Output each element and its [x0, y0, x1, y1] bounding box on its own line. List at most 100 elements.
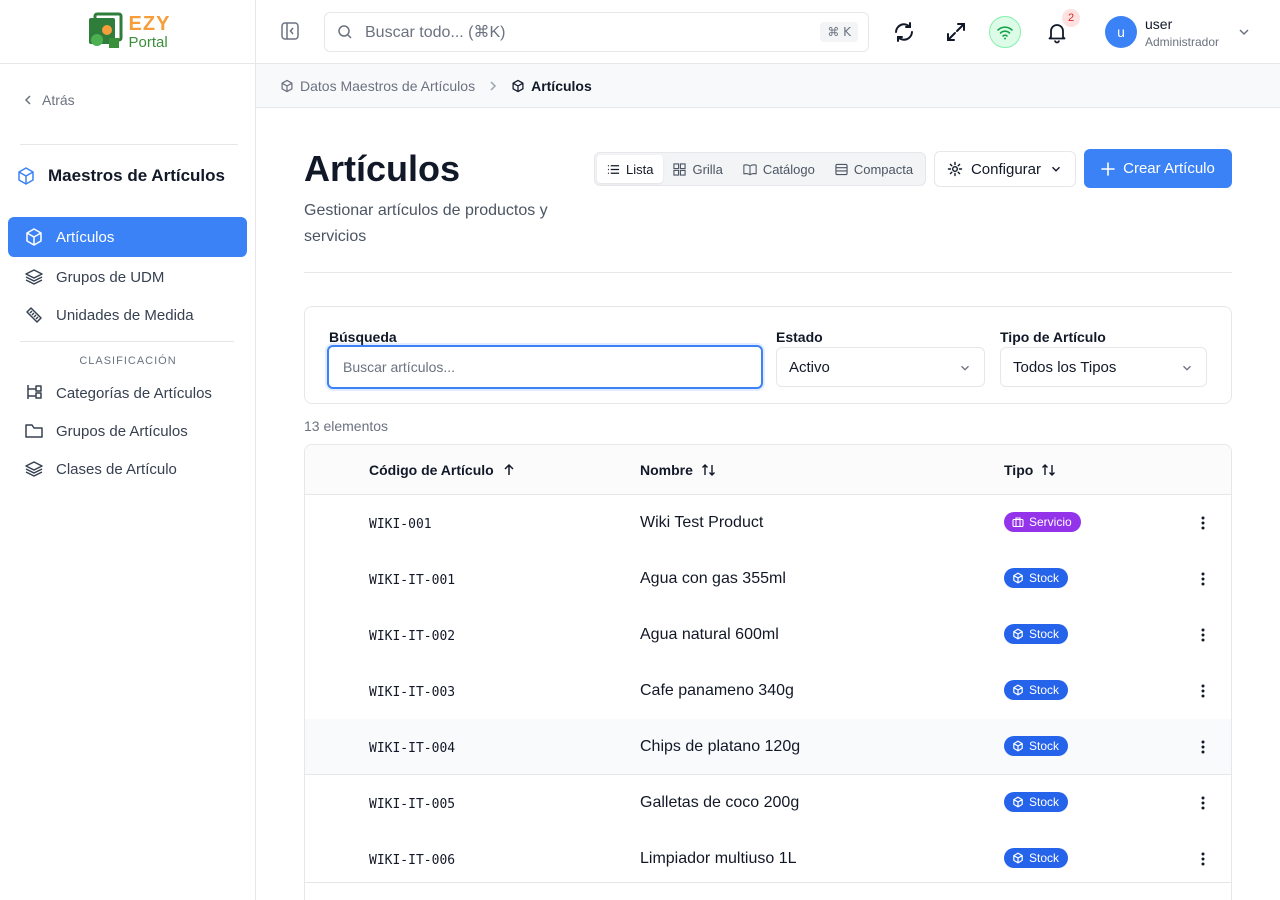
- cell-code: WIKI-IT-001: [369, 573, 456, 588]
- sort-icon: [1042, 464, 1056, 476]
- box-icon: [1013, 684, 1023, 696]
- status-select[interactable]: Activo: [776, 347, 985, 387]
- sidebar-item-label: Grupos de UDM: [56, 268, 165, 286]
- connection-status[interactable]: [989, 16, 1021, 48]
- more-vertical-icon[interactable]: [1195, 737, 1211, 757]
- sidebar-collapse-icon[interactable]: [280, 21, 300, 41]
- type-badge-label: Stock: [1029, 571, 1060, 585]
- view-list-button[interactable]: Lista: [597, 155, 664, 183]
- box-icon: [18, 167, 34, 185]
- article-search-placeholder: Buscar artículos...: [343, 359, 456, 375]
- plus-icon: [1101, 161, 1115, 176]
- column-header-name-label: Nombre: [640, 462, 693, 478]
- type-select[interactable]: Todos los Tipos: [1000, 347, 1207, 387]
- more-vertical-icon[interactable]: [1195, 569, 1211, 589]
- logo-name-bottom: Portal: [128, 33, 168, 51]
- user-name[interactable]: user: [1145, 16, 1172, 32]
- tree-icon: [27, 385, 42, 399]
- table-row[interactable]: WIKI-IT-001 Agua con gas 355ml Stock: [305, 551, 1231, 607]
- chevron-down-icon: [1052, 166, 1061, 172]
- sidebar-item-clases[interactable]: Clases de Artículo: [8, 449, 247, 489]
- type-select-value: Todos los Tipos: [1013, 358, 1117, 376]
- view-grid-button[interactable]: Grilla: [663, 155, 732, 183]
- view-catalog-button[interactable]: Catálogo: [733, 155, 825, 183]
- cell-code: WIKI-IT-004: [369, 741, 456, 756]
- more-vertical-icon[interactable]: [1195, 681, 1211, 701]
- column-header-code-label: Código de Artículo: [369, 462, 494, 478]
- view-grid-label: Grilla: [692, 161, 723, 177]
- box-icon: [1013, 740, 1023, 752]
- cell-name: Cafe panameno 340g: [640, 682, 794, 699]
- sidebar-item-categorias[interactable]: Categorías de Artículos: [8, 373, 247, 413]
- configure-label: Configurar: [970, 160, 1042, 178]
- sidebar-item-label: Categorías de Artículos: [56, 384, 212, 402]
- article-search-input[interactable]: Buscar artículos...: [327, 345, 763, 389]
- breadcrumb-parent[interactable]: Datos Maestros de Artículos: [280, 78, 475, 94]
- sidebar-caption: CLASIFICACIÓN: [79, 355, 177, 367]
- configure-button[interactable]: Configurar: [934, 151, 1076, 187]
- global-search-placeholder: Buscar todo... (⌘K): [365, 24, 506, 41]
- more-vertical-icon[interactable]: [1195, 793, 1211, 813]
- header-divider: [304, 272, 1232, 273]
- box-icon: [1013, 852, 1023, 864]
- sidebar: EZY Portal Atrás Maestros de Artículos A…: [0, 0, 256, 900]
- sort-icon: [701, 464, 715, 476]
- more-vertical-icon[interactable]: [1195, 849, 1211, 869]
- status-select-value: Activo: [789, 358, 830, 376]
- cell-name: Chips de platano 120g: [640, 738, 801, 755]
- layers-icon: [25, 269, 43, 285]
- cell-name: Limpiador multiuso 1L: [640, 850, 797, 867]
- gear-icon: [947, 161, 963, 177]
- column-header-code[interactable]: Código de Artículo: [369, 462, 516, 478]
- table-row[interactable]: WIKI-001 Wiki Test Product Servicio: [305, 495, 1231, 551]
- list-icon: [607, 164, 620, 174]
- column-header-type[interactable]: Tipo: [1004, 462, 1057, 478]
- book-icon: [743, 163, 757, 175]
- search-shortcut: ⌘ K: [820, 22, 858, 42]
- logo-name-top: EZY: [128, 12, 171, 35]
- refresh-icon[interactable]: [892, 20, 916, 44]
- chevron-down-icon[interactable]: [1236, 24, 1252, 40]
- sidebar-item-grupos[interactable]: Grupos de Artículos: [8, 411, 247, 451]
- sidebar-item-unidades-medida[interactable]: Unidades de Medida: [8, 295, 247, 335]
- logo[interactable]: EZY Portal: [0, 0, 255, 64]
- cell-code: WIKI-IT-006: [369, 853, 456, 868]
- create-article-button[interactable]: Crear Artículo: [1084, 149, 1232, 188]
- type-badge-label: Stock: [1029, 739, 1060, 753]
- rows-icon: [835, 163, 848, 175]
- breadcrumb-current: Artículos: [511, 78, 592, 94]
- view-compact-button[interactable]: Compacta: [825, 155, 923, 183]
- fullscreen-icon[interactable]: [944, 20, 968, 44]
- column-header-type-label: Tipo: [1004, 462, 1034, 478]
- search-icon: [338, 25, 352, 39]
- type-badge: Stock: [1004, 848, 1069, 868]
- type-badge: Servicio: [1004, 512, 1081, 532]
- cell-code: WIKI-IT-002: [369, 629, 456, 644]
- items-count: 13 elementos: [304, 418, 389, 434]
- box-icon: [1013, 796, 1023, 808]
- table-row[interactable]: WIKI-IT-004 Chips de platano 120g Stock: [305, 719, 1231, 775]
- back-link[interactable]: Atrás: [22, 92, 75, 108]
- sidebar-divider: [20, 341, 234, 342]
- cell-name: Agua con gas 355ml: [640, 570, 786, 587]
- type-filter-label: Tipo de Artículo: [1000, 329, 1106, 345]
- more-vertical-icon[interactable]: [1195, 513, 1211, 533]
- sidebar-item-grupos-udm[interactable]: Grupos de UDM: [8, 257, 247, 297]
- global-search-input[interactable]: Buscar todo... (⌘K) ⌘ K: [324, 12, 869, 52]
- avatar[interactable]: u: [1105, 16, 1137, 48]
- table-row[interactable]: WIKI-IT-006 Limpiador multiuso 1L Stock: [305, 831, 1231, 887]
- briefcase-icon: [1012, 517, 1024, 528]
- sort-ascending-icon: [504, 463, 514, 475]
- cell-code: WIKI-001: [369, 517, 432, 532]
- chevron-down-icon: [961, 365, 969, 371]
- column-header-name[interactable]: Nombre: [640, 462, 717, 478]
- table-row[interactable]: WIKI-IT-002 Agua natural 600ml Stock: [305, 607, 1231, 663]
- page-title: Artículos: [304, 148, 461, 189]
- type-badge-label: Servicio: [1029, 515, 1072, 529]
- breadcrumb: Datos Maestros de Artículos Artículos: [256, 64, 1280, 108]
- more-vertical-icon[interactable]: [1195, 625, 1211, 645]
- table-row[interactable]: WIKI-IT-003 Cafe panameno 340g Stock: [305, 663, 1231, 719]
- cell-name: Agua natural 600ml: [640, 626, 779, 643]
- sidebar-item-articulos[interactable]: Artículos: [8, 217, 247, 257]
- table-row[interactable]: WIKI-IT-005 Galletas de coco 200g Stock: [305, 775, 1231, 831]
